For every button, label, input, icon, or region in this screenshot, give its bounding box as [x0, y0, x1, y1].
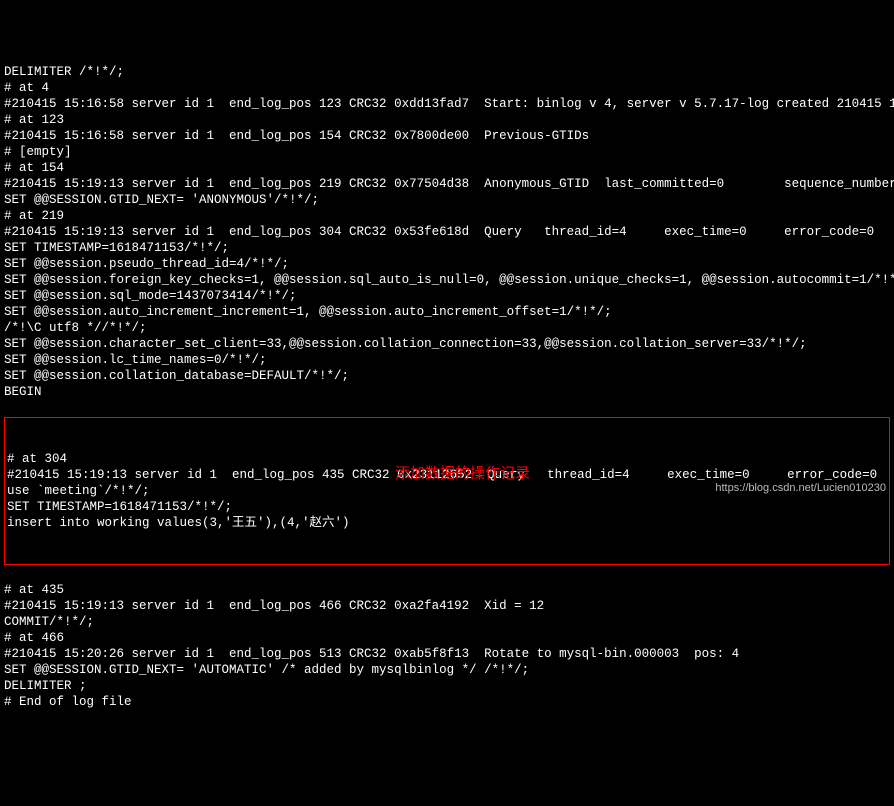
terminal-line: #210415 15:19:13 server id 1 end_log_pos…	[4, 176, 890, 192]
terminal-line: SET @@session.character_set_client=33,@@…	[4, 336, 890, 352]
terminal-line: # at 435	[4, 582, 890, 598]
terminal-output-before: DELIMITER /*!*/;# at 4#210415 15:16:58 s…	[4, 64, 890, 400]
terminal-line: # at 4	[4, 80, 890, 96]
terminal-line: SET TIMESTAMP=1618471153/*!*/;	[4, 240, 890, 256]
terminal-line: # at 466	[4, 630, 890, 646]
terminal-line: insert into working values(3,'王五'),(4,'赵…	[7, 515, 887, 531]
terminal-line: COMMIT/*!*/;	[4, 614, 890, 630]
terminal-line: SET @@session.auto_increment_increment=1…	[4, 304, 890, 320]
terminal-line: # [empty]	[4, 144, 890, 160]
terminal-line: BEGIN	[4, 384, 890, 400]
terminal-line: #210415 15:20:26 server id 1 end_log_pos…	[4, 646, 890, 662]
terminal-line: SET @@SESSION.GTID_NEXT= 'ANONYMOUS'/*!*…	[4, 192, 890, 208]
terminal-line: SET TIMESTAMP=1618471153/*!*/;	[7, 499, 887, 515]
terminal-line: SET @@session.pseudo_thread_id=4/*!*/;	[4, 256, 890, 272]
terminal-line: SET @@session.collation_database=DEFAULT…	[4, 368, 890, 384]
terminal-line: # at 123	[4, 112, 890, 128]
terminal-line: #210415 15:19:13 server id 1 end_log_pos…	[4, 598, 890, 614]
watermark-text: https://blog.csdn.net/Lucien010230	[715, 480, 886, 496]
terminal-line: SET @@session.foreign_key_checks=1, @@se…	[4, 272, 890, 288]
terminal-output-after: # at 435#210415 15:19:13 server id 1 end…	[4, 582, 890, 710]
terminal-line: SET @@SESSION.GTID_NEXT= 'AUTOMATIC' /* …	[4, 662, 890, 678]
terminal-line: DELIMITER /*!*/;	[4, 64, 890, 80]
terminal-line: # End of log file	[4, 694, 890, 710]
terminal-line: #210415 15:16:58 server id 1 end_log_pos…	[4, 128, 890, 144]
annotation-label: 添加数据的操作记录	[395, 466, 530, 482]
terminal-line: SET @@session.sql_mode=1437073414/*!*/;	[4, 288, 890, 304]
terminal-line: #210415 15:19:13 server id 1 end_log_pos…	[4, 224, 890, 240]
terminal-line: SET @@session.lc_time_names=0/*!*/;	[4, 352, 890, 368]
terminal-line: # at 219	[4, 208, 890, 224]
terminal-line: /*!\C utf8 *//*!*/;	[4, 320, 890, 336]
terminal-line: #210415 15:16:58 server id 1 end_log_pos…	[4, 96, 890, 112]
terminal-line: # at 154	[4, 160, 890, 176]
terminal-line: DELIMITER ;	[4, 678, 890, 694]
